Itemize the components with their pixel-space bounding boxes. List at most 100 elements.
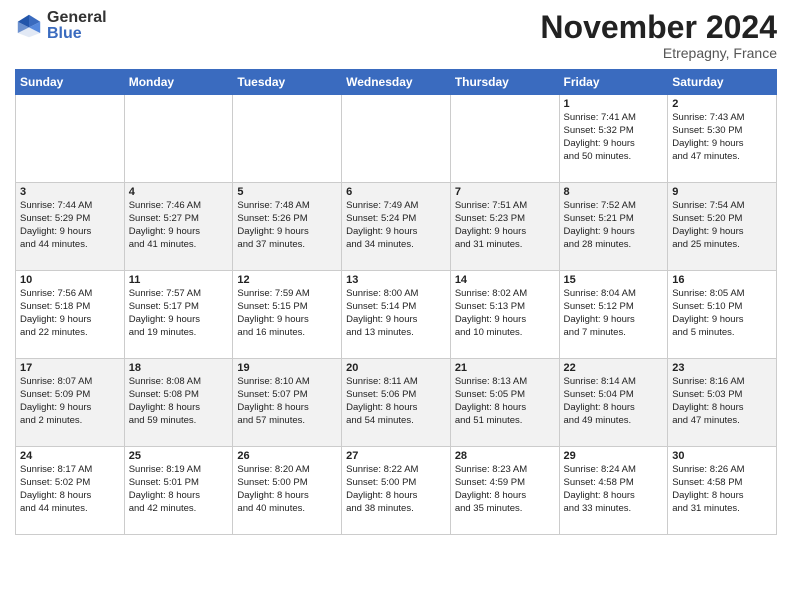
cell-2-4: 14Sunrise: 8:02 AMSunset: 5:13 PMDayligh…	[450, 271, 559, 359]
header-saturday: Saturday	[668, 70, 777, 95]
cell-3-3: 20Sunrise: 8:11 AMSunset: 5:06 PMDayligh…	[342, 359, 451, 447]
day-info-2-3: Sunrise: 8:00 AMSunset: 5:14 PMDaylight:…	[346, 288, 446, 339]
cell-2-0: 10 Sunrise: 7:56 AMSunset: 5:18 PMDayligh…	[16, 271, 125, 359]
logo: General Blue	[15, 10, 107, 42]
day-info-3-2: Sunrise: 8:10 AMSunset: 5:07 PMDaylight:…	[237, 376, 337, 427]
cell-1-4: 7 Sunrise: 7:51 AMSunset: 5:23 PMDaylight…	[450, 183, 559, 271]
day-number-3-1: 18	[129, 362, 229, 374]
day-number-4-6: 30	[672, 450, 772, 462]
day-number-3-6: 23	[672, 362, 772, 374]
cell-3-4: 21 Sunrise: 8:13 AMSunset: 5:05 PMDayligh…	[450, 359, 559, 447]
day-info-0-5: Sunrise: 7:41 AMSunset: 5:32 PMDaylight:…	[564, 112, 664, 163]
day-info-4-0: Sunrise: 8:17 AMSunset: 5:02 PMDaylight:…	[20, 464, 120, 515]
day-info-3-4: Sunrise: 8:13 AMSunset: 5:05 PMDaylight:…	[455, 376, 555, 427]
day-info-2-1: Sunrise: 7:57 AMSunset: 5:17 PMDaylight:…	[129, 288, 229, 339]
logo-general-text: General	[47, 10, 107, 26]
week-row-3: 17 Sunrise: 8:07 AMSunset: 5:09 PMDayligh…	[16, 359, 777, 447]
week-row-1: 3Sunrise: 7:44 AMSunset: 5:29 PMDaylight…	[16, 183, 777, 271]
cell-0-1	[124, 95, 233, 183]
day-number-4-4: 28	[455, 450, 555, 462]
day-info-1-3: Sunrise: 7:49 AMSunset: 5:24 PMDaylight:…	[346, 200, 446, 251]
cell-0-6: 2 Sunrise: 7:43 AMSunset: 5:30 PMDaylight…	[668, 95, 777, 183]
cell-1-3: 6Sunrise: 7:49 AMSunset: 5:24 PMDaylight…	[342, 183, 451, 271]
cell-3-1: 18Sunrise: 8:08 AMSunset: 5:08 PMDayligh…	[124, 359, 233, 447]
calendar-header: Sunday Monday Tuesday Wednesday Thursday…	[16, 70, 777, 95]
header-thursday: Thursday	[450, 70, 559, 95]
day-info-3-5: Sunrise: 8:14 AMSunset: 5:04 PMDaylight:…	[564, 376, 664, 427]
day-info-2-0: Sunrise: 7:56 AMSunset: 5:18 PMDaylight:…	[20, 288, 120, 339]
cell-2-2: 12 Sunrise: 7:59 AMSunset: 5:15 PMDayligh…	[233, 271, 342, 359]
day-number-3-0: 17	[20, 362, 120, 374]
header-wednesday: Wednesday	[342, 70, 451, 95]
day-info-2-5: Sunrise: 8:04 AMSunset: 5:12 PMDaylight:…	[564, 288, 664, 339]
cell-4-3: 27 Sunrise: 8:22 AMSunset: 5:00 PMDayligh…	[342, 447, 451, 535]
day-info-4-2: Sunrise: 8:20 AMSunset: 5:00 PMDaylight:…	[237, 464, 337, 515]
day-info-1-4: Sunrise: 7:51 AMSunset: 5:23 PMDaylight:…	[455, 200, 555, 251]
day-number-3-2: 19	[237, 362, 337, 374]
cell-0-2	[233, 95, 342, 183]
logo-icon	[15, 12, 43, 40]
week-row-0: 1 Sunrise: 7:41 AMSunset: 5:32 PMDaylight…	[16, 95, 777, 183]
day-number-1-2: 5	[237, 186, 337, 198]
day-number-4-1: 25	[129, 450, 229, 462]
cell-1-0: 3Sunrise: 7:44 AMSunset: 5:29 PMDaylight…	[16, 183, 125, 271]
day-number-3-5: 22	[564, 362, 664, 374]
day-number-0-5: 1	[564, 98, 664, 110]
header-tuesday: Tuesday	[233, 70, 342, 95]
day-info-3-0: Sunrise: 8:07 AMSunset: 5:09 PMDaylight:…	[20, 376, 120, 427]
page: General Blue November 2024 Etrepagny, Fr…	[0, 0, 792, 545]
day-number-2-2: 12	[237, 274, 337, 286]
cell-2-6: 16Sunrise: 8:05 AMSunset: 5:10 PMDayligh…	[668, 271, 777, 359]
day-number-1-6: 9	[672, 186, 772, 198]
cell-4-0: 24 Sunrise: 8:17 AMSunset: 5:02 PMDayligh…	[16, 447, 125, 535]
cell-1-2: 5 Sunrise: 7:48 AMSunset: 5:26 PMDaylight…	[233, 183, 342, 271]
cell-2-1: 11 Sunrise: 7:57 AMSunset: 5:17 PMDayligh…	[124, 271, 233, 359]
header: General Blue November 2024 Etrepagny, Fr…	[15, 10, 777, 61]
day-info-4-5: Sunrise: 8:24 AMSunset: 4:58 PMDaylight:…	[564, 464, 664, 515]
day-number-3-3: 20	[346, 362, 446, 374]
calendar-table: Sunday Monday Tuesday Wednesday Thursday…	[15, 69, 777, 535]
calendar-body: 1 Sunrise: 7:41 AMSunset: 5:32 PMDaylight…	[16, 95, 777, 535]
cell-3-5: 22 Sunrise: 8:14 AMSunset: 5:04 PMDayligh…	[559, 359, 668, 447]
cell-4-1: 25Sunrise: 8:19 AMSunset: 5:01 PMDayligh…	[124, 447, 233, 535]
week-row-2: 10 Sunrise: 7:56 AMSunset: 5:18 PMDayligh…	[16, 271, 777, 359]
week-row-4: 24 Sunrise: 8:17 AMSunset: 5:02 PMDayligh…	[16, 447, 777, 535]
month-title: November 2024	[540, 10, 777, 45]
logo-text: General Blue	[47, 10, 107, 42]
cell-1-5: 8 Sunrise: 7:52 AMSunset: 5:21 PMDaylight…	[559, 183, 668, 271]
day-info-4-3: Sunrise: 8:22 AMSunset: 5:00 PMDaylight:…	[346, 464, 446, 515]
cell-4-5: 29 Sunrise: 8:24 AMSunset: 4:58 PMDayligh…	[559, 447, 668, 535]
day-info-1-2: Sunrise: 7:48 AMSunset: 5:26 PMDaylight:…	[237, 200, 337, 251]
cell-1-6: 9 Sunrise: 7:54 AMSunset: 5:20 PMDaylight…	[668, 183, 777, 271]
day-number-0-6: 2	[672, 98, 772, 110]
day-info-1-0: Sunrise: 7:44 AMSunset: 5:29 PMDaylight:…	[20, 200, 120, 251]
day-number-2-4: 14	[455, 274, 555, 286]
day-number-1-5: 8	[564, 186, 664, 198]
header-sunday: Sunday	[16, 70, 125, 95]
day-number-2-1: 11	[129, 274, 229, 286]
day-info-4-6: Sunrise: 8:26 AMSunset: 4:58 PMDaylight:…	[672, 464, 772, 515]
day-number-2-5: 15	[564, 274, 664, 286]
day-number-2-0: 10	[20, 274, 120, 286]
header-monday: Monday	[124, 70, 233, 95]
day-info-0-6: Sunrise: 7:43 AMSunset: 5:30 PMDaylight:…	[672, 112, 772, 163]
day-number-1-1: 4	[129, 186, 229, 198]
day-info-4-4: Sunrise: 8:23 AMSunset: 4:59 PMDaylight:…	[455, 464, 555, 515]
day-info-2-6: Sunrise: 8:05 AMSunset: 5:10 PMDaylight:…	[672, 288, 772, 339]
day-number-4-0: 24	[20, 450, 120, 462]
day-number-3-4: 21	[455, 362, 555, 374]
day-info-1-6: Sunrise: 7:54 AMSunset: 5:20 PMDaylight:…	[672, 200, 772, 251]
day-number-4-3: 27	[346, 450, 446, 462]
day-info-1-5: Sunrise: 7:52 AMSunset: 5:21 PMDaylight:…	[564, 200, 664, 251]
day-number-4-5: 29	[564, 450, 664, 462]
day-info-2-2: Sunrise: 7:59 AMSunset: 5:15 PMDaylight:…	[237, 288, 337, 339]
cell-0-5: 1 Sunrise: 7:41 AMSunset: 5:32 PMDaylight…	[559, 95, 668, 183]
cell-3-2: 19 Sunrise: 8:10 AMSunset: 5:07 PMDayligh…	[233, 359, 342, 447]
title-block: November 2024 Etrepagny, France	[540, 10, 777, 61]
day-info-3-6: Sunrise: 8:16 AMSunset: 5:03 PMDaylight:…	[672, 376, 772, 427]
day-number-1-4: 7	[455, 186, 555, 198]
cell-0-4	[450, 95, 559, 183]
header-row: Sunday Monday Tuesday Wednesday Thursday…	[16, 70, 777, 95]
cell-3-0: 17 Sunrise: 8:07 AMSunset: 5:09 PMDayligh…	[16, 359, 125, 447]
cell-4-4: 28 Sunrise: 8:23 AMSunset: 4:59 PMDayligh…	[450, 447, 559, 535]
